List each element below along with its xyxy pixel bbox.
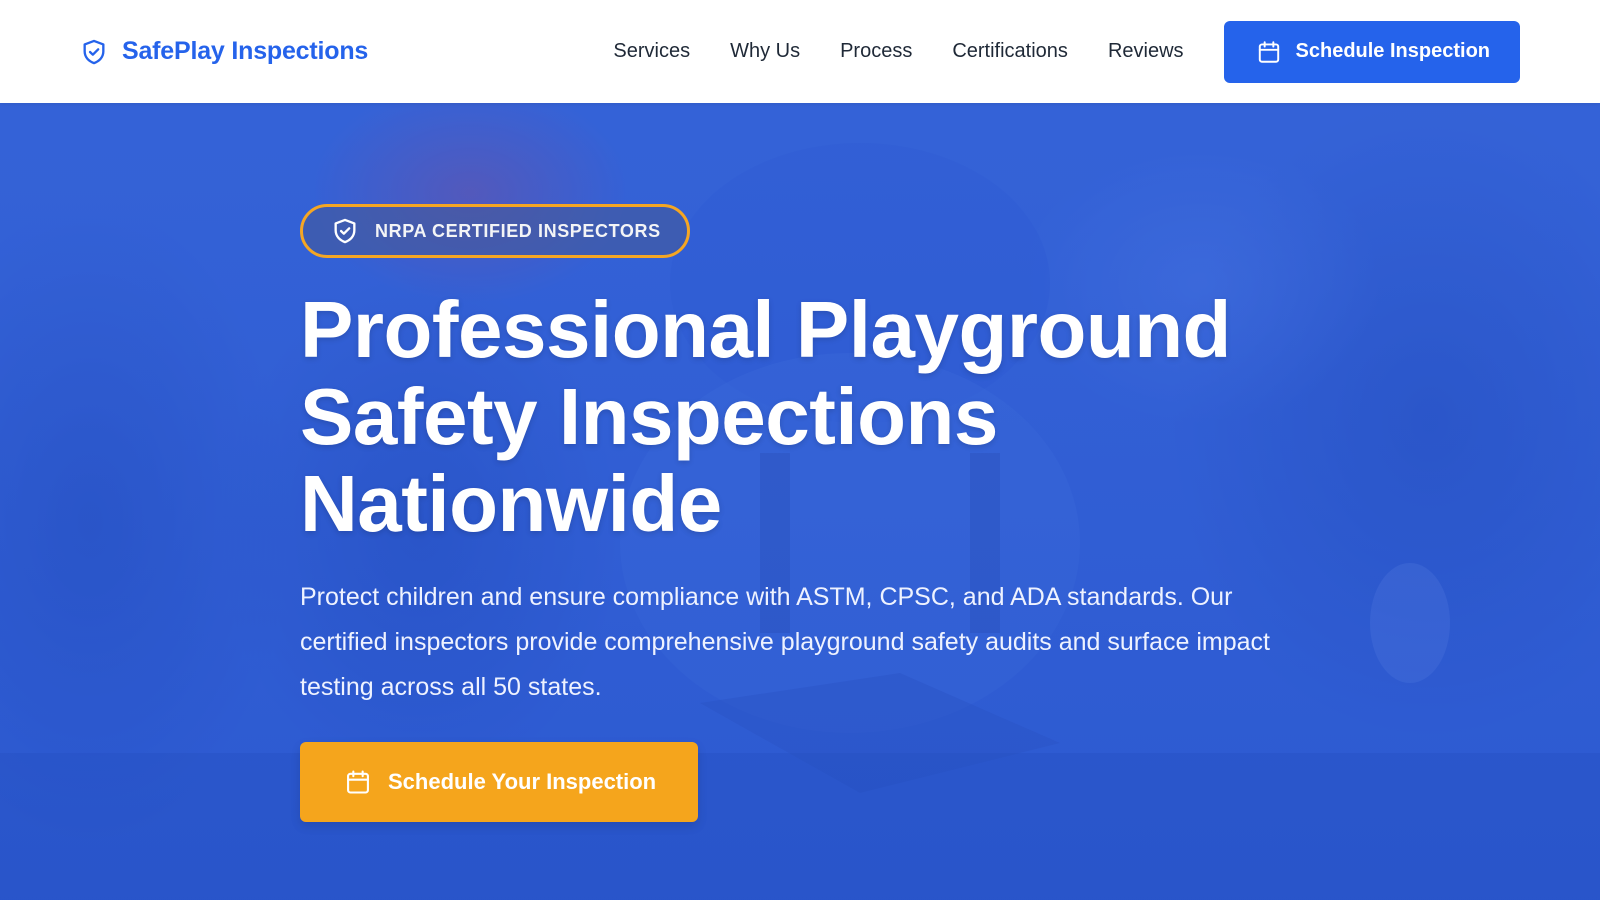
nav-link-why-us[interactable]: Why Us	[730, 40, 800, 63]
schedule-inspection-button[interactable]: Schedule Inspection	[1223, 20, 1520, 83]
hero-content: NRPA CERTIFIED INSPECTORS Professional P…	[300, 204, 1300, 822]
badge-text: NRPA CERTIFIED INSPECTORS	[375, 220, 661, 241]
hero-headline: Professional Playground Safety Inspectio…	[300, 286, 1300, 547]
calendar-icon	[347, 770, 369, 794]
brand-name: SafePlay Inspections	[122, 37, 369, 65]
hero-description: Protect children and ensure compliance w…	[300, 583, 1270, 701]
hero-section: NRPA CERTIFIED INSPECTORS Professional P…	[0, 103, 1600, 900]
schedule-inspection-label: Schedule Inspection	[1295, 40, 1490, 62]
certification-badge: NRPA CERTIFIED INSPECTORS	[300, 204, 690, 258]
calendar-icon	[1258, 40, 1279, 63]
nav-links: Services Why Us Process Certifications R…	[613, 40, 1183, 63]
hero-headline-line-3: Nationwide	[300, 459, 722, 548]
nav-link-process[interactable]: Process	[840, 40, 912, 63]
shield-check-icon	[334, 218, 356, 244]
hero-headline-line-1: Professional Playground	[300, 285, 1231, 374]
schedule-your-inspection-button[interactable]: Schedule Your Inspection	[300, 742, 699, 822]
hero-headline-line-2: Safety Inspections	[300, 372, 998, 461]
schedule-your-inspection-label: Schedule Your Inspection	[388, 769, 657, 794]
nav-link-certifications[interactable]: Certifications	[952, 40, 1068, 63]
top-navbar: SafePlay Inspections Services Why Us Pro…	[0, 0, 1600, 103]
shield-check-icon	[83, 39, 105, 64]
nav-link-reviews[interactable]: Reviews	[1108, 40, 1184, 63]
nav-link-services[interactable]: Services	[613, 40, 690, 63]
brand-logo-link[interactable]: SafePlay Inspections	[80, 37, 368, 66]
